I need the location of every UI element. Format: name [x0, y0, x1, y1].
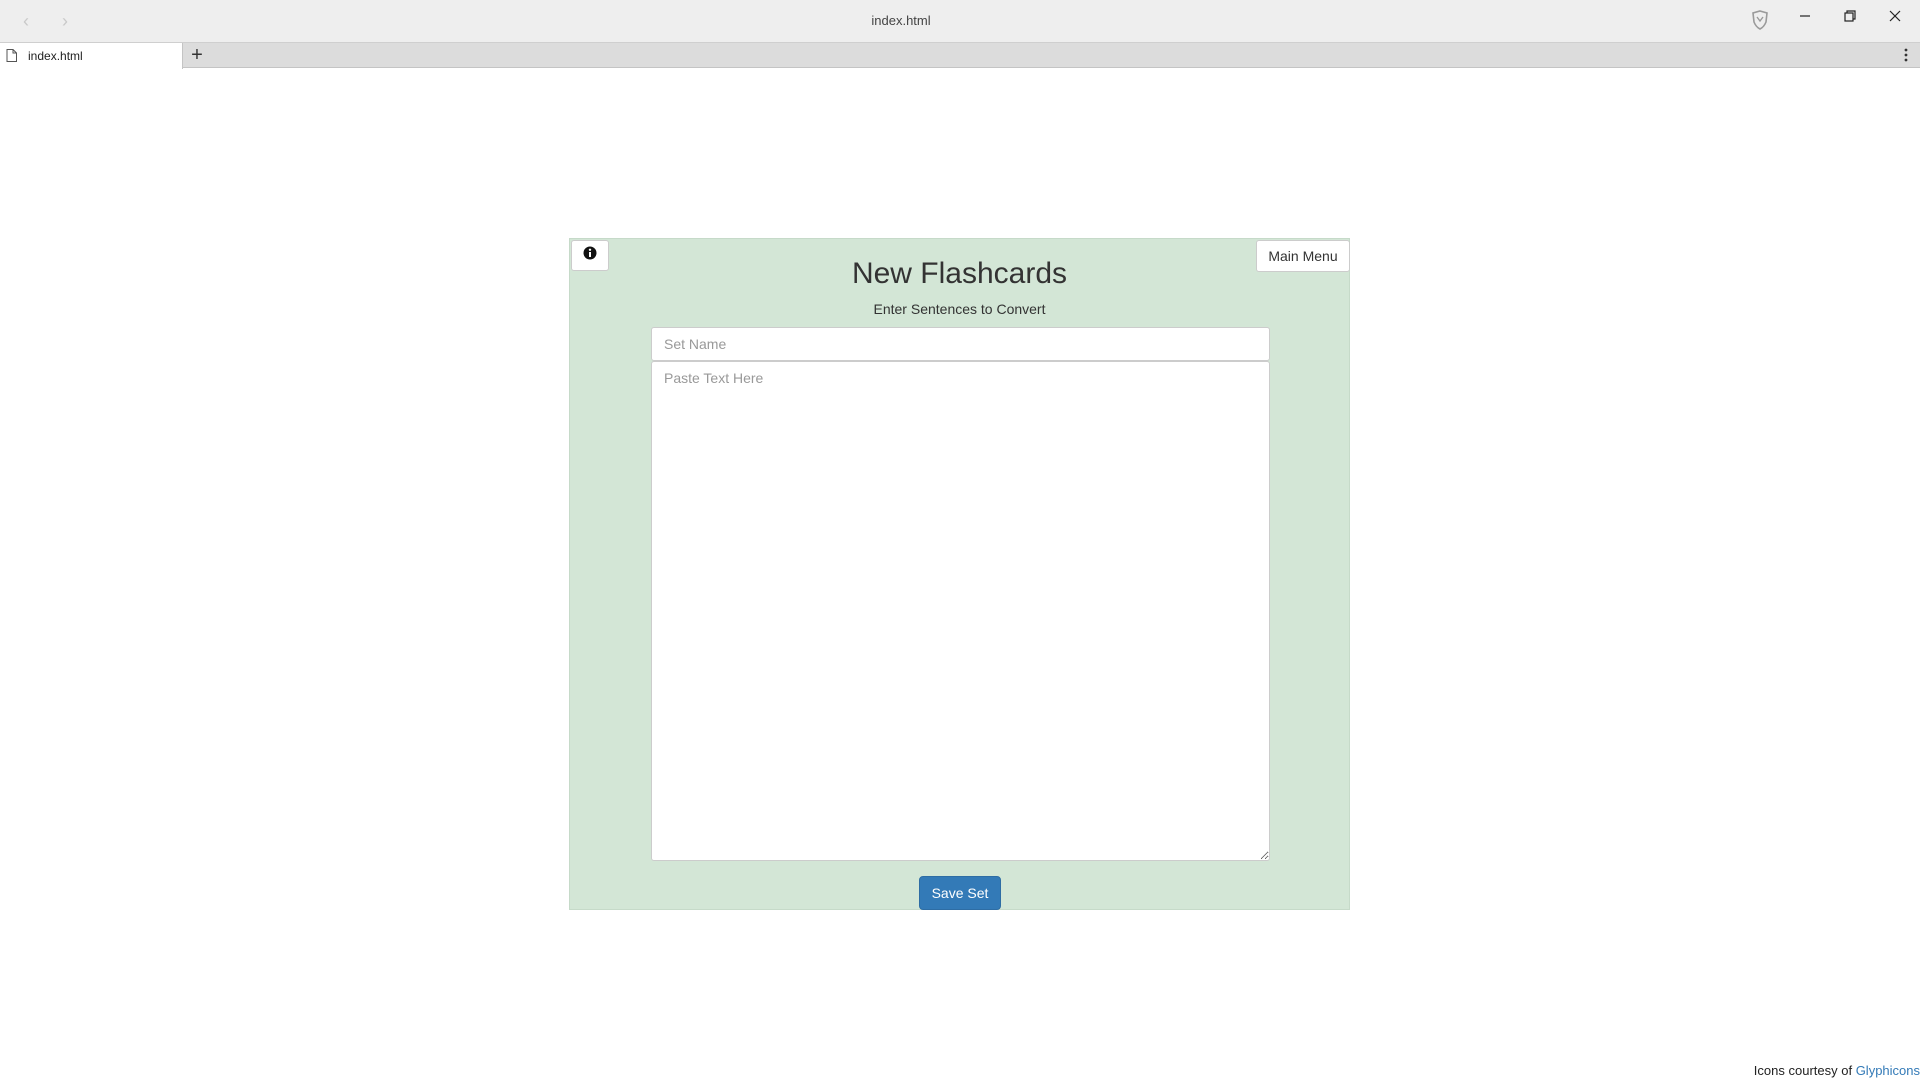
- tab-strip: index.html +: [0, 42, 1920, 69]
- page-title: New Flashcards: [851, 257, 1068, 290]
- close-icon[interactable]: [1879, 6, 1911, 30]
- credit-text: Icons courtesy of: [1753, 1063, 1856, 1078]
- save-set-button[interactable]: Save Set: [919, 876, 1001, 910]
- window-title: index.html: [871, 13, 931, 28]
- window-titlebar: ‹ › index.html: [0, 0, 1920, 42]
- tab-label: index.html: [28, 49, 83, 63]
- vertical-ellipsis-icon[interactable]: [1898, 45, 1914, 65]
- plus-icon[interactable]: +: [186, 44, 208, 66]
- set-name-input[interactable]: [651, 327, 1270, 361]
- minimize-icon[interactable]: [1789, 6, 1821, 30]
- page-subtitle: Enter Sentences to Convert: [873, 301, 1046, 317]
- page-icon: [6, 49, 17, 62]
- flashcard-panel: Main Menu New Flashcards Enter Sentences…: [569, 238, 1350, 910]
- restore-icon[interactable]: [1834, 6, 1866, 30]
- icon-credit: Icons courtesy of Glyphicons: [1754, 1063, 1920, 1078]
- paste-text-area[interactable]: [651, 361, 1270, 861]
- tab-index[interactable]: index.html: [0, 43, 183, 69]
- brave-shield-icon[interactable]: [1749, 9, 1771, 31]
- glyphicons-link[interactable]: Glyphicons: [1856, 1063, 1920, 1078]
